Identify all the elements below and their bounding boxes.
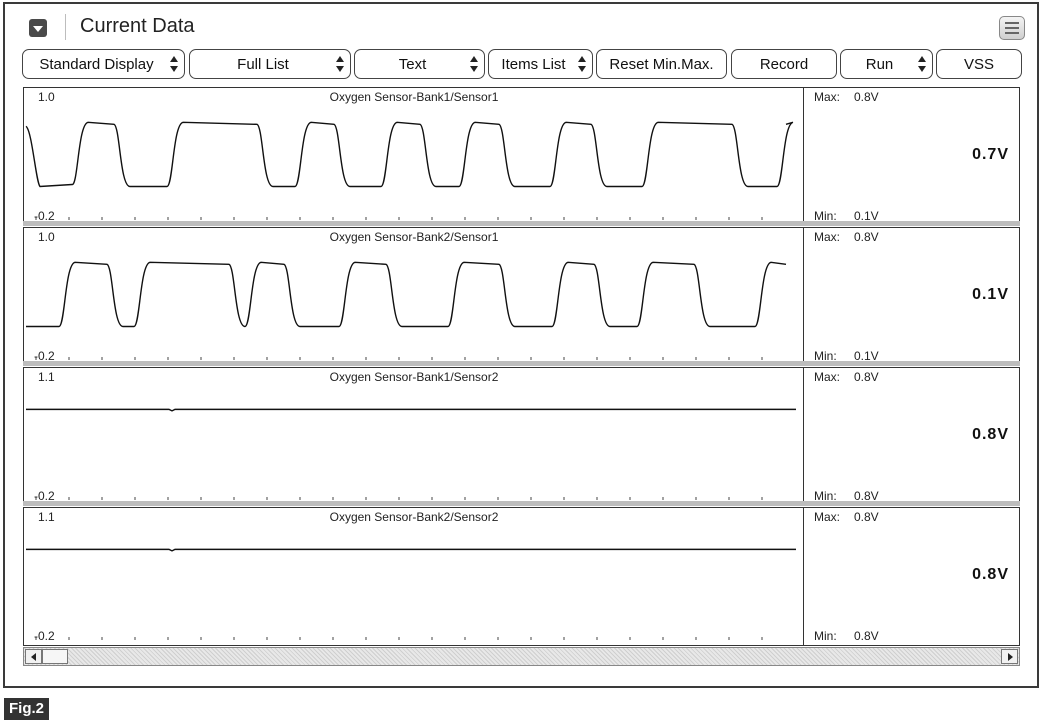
spinner-icon [918, 56, 926, 72]
list-menu-icon[interactable] [999, 16, 1025, 40]
graph-area: 1.1 Oxygen Sensor-Bank1/Sensor2 -0.2 [24, 368, 804, 505]
trace-svg [26, 408, 796, 500]
x-axis-ticks [35, 217, 763, 220]
max-caption: Max: [814, 370, 841, 384]
figure-label: Fig.2 [4, 698, 50, 720]
spinner-icon [470, 56, 478, 72]
full-list-select[interactable]: Full List [189, 49, 351, 79]
sensor-panel-bank2-sensor1: 1.0 Oxygen Sensor-Bank2/Sensor1 -0.2 Max… [23, 227, 1020, 366]
y-axis-min-label: -0.2 [34, 629, 55, 643]
items-list-select[interactable]: Items List [488, 49, 593, 79]
reset-min-max-button[interactable]: Reset Min.Max. [596, 49, 727, 79]
max-value: 0.8V [854, 230, 879, 244]
panel-title: Oxygen Sensor-Bank1/Sensor1 [329, 90, 499, 104]
trace-svg [26, 548, 796, 640]
scrollbar-thumb[interactable] [42, 649, 68, 664]
panel-separator [23, 361, 1020, 366]
vss-button[interactable]: VSS [936, 49, 1022, 79]
sensor-panel-bank1-sensor2: 1.1 Oxygen Sensor-Bank1/Sensor2 -0.2 Max… [23, 367, 1020, 506]
panel-title: Oxygen Sensor-Bank1/Sensor2 [329, 370, 499, 384]
current-value: 0.1V [972, 286, 1009, 303]
x-axis-ticks [35, 357, 763, 360]
full-list-label: Full List [237, 55, 289, 73]
x-axis-ticks [35, 497, 763, 500]
sensor-panel-bank2-sensor2: 1.1 Oxygen Sensor-Bank2/Sensor2 -0.2 Max… [23, 507, 1020, 646]
min-caption: Min: [814, 629, 837, 643]
trace-svg [26, 261, 787, 360]
max-caption: Max: [814, 230, 841, 244]
current-value: 0.7V [972, 146, 1009, 163]
voltage-trace [26, 408, 796, 412]
panel-title: Oxygen Sensor-Bank2/Sensor2 [329, 510, 499, 524]
arrow-left-icon[interactable] [25, 649, 42, 664]
panel-separator [23, 501, 1020, 506]
toolbar: Standard Display Full List Text Items Li… [22, 49, 1022, 82]
voltage-trace [26, 548, 796, 552]
standard-display-label: Standard Display [39, 55, 154, 73]
graph-area: 1.1 Oxygen Sensor-Bank2/Sensor2 -0.2 [24, 508, 804, 645]
reset-min-max-label: Reset Min.Max. [609, 55, 714, 73]
current-value: 0.8V [972, 426, 1009, 443]
title-divider [65, 14, 66, 40]
items-list-label: Items List [501, 55, 566, 73]
panel-title: Oxygen Sensor-Bank2/Sensor1 [329, 230, 499, 244]
spinner-icon [578, 56, 586, 72]
max-caption: Max: [814, 510, 841, 524]
max-value: 0.8V [854, 510, 879, 524]
trace-svg [25, 121, 794, 220]
spinner-icon [336, 56, 344, 72]
title-bar: Current Data [5, 4, 1037, 46]
run-label: Run [865, 55, 894, 73]
vss-label: VSS [963, 55, 994, 73]
text-label: Text [398, 55, 427, 73]
panel-separator [23, 221, 1020, 226]
run-select[interactable]: Run [840, 49, 933, 79]
spinner-icon [170, 56, 178, 72]
collapse-arrow-icon[interactable] [29, 19, 47, 37]
max-value: 0.8V [854, 370, 879, 384]
max-value: 0.8V [854, 90, 879, 104]
current-value: 0.8V [972, 566, 1009, 583]
text-select[interactable]: Text [354, 49, 485, 79]
record-button[interactable]: Record [731, 49, 837, 79]
max-caption: Max: [814, 90, 841, 104]
min-value: 0.8V [854, 629, 879, 643]
standard-display-select[interactable]: Standard Display [22, 49, 185, 79]
x-axis-ticks [35, 637, 763, 640]
record-label: Record [759, 55, 809, 73]
voltage-trace [26, 261, 787, 328]
voltage-trace [25, 121, 794, 188]
horizontal-scrollbar[interactable] [23, 647, 1020, 666]
sensor-panel-bank1-sensor1: 1.0 Oxygen Sensor-Bank1/Sensor1 -0.2 Max… [23, 87, 1020, 226]
arrow-right-icon[interactable] [1001, 649, 1018, 664]
graph-area: 1.0 Oxygen Sensor-Bank1/Sensor1 -0.2 [24, 88, 804, 225]
graph-area: 1.0 Oxygen Sensor-Bank2/Sensor1 -0.2 [24, 228, 804, 365]
page-title: Current Data [80, 15, 195, 37]
